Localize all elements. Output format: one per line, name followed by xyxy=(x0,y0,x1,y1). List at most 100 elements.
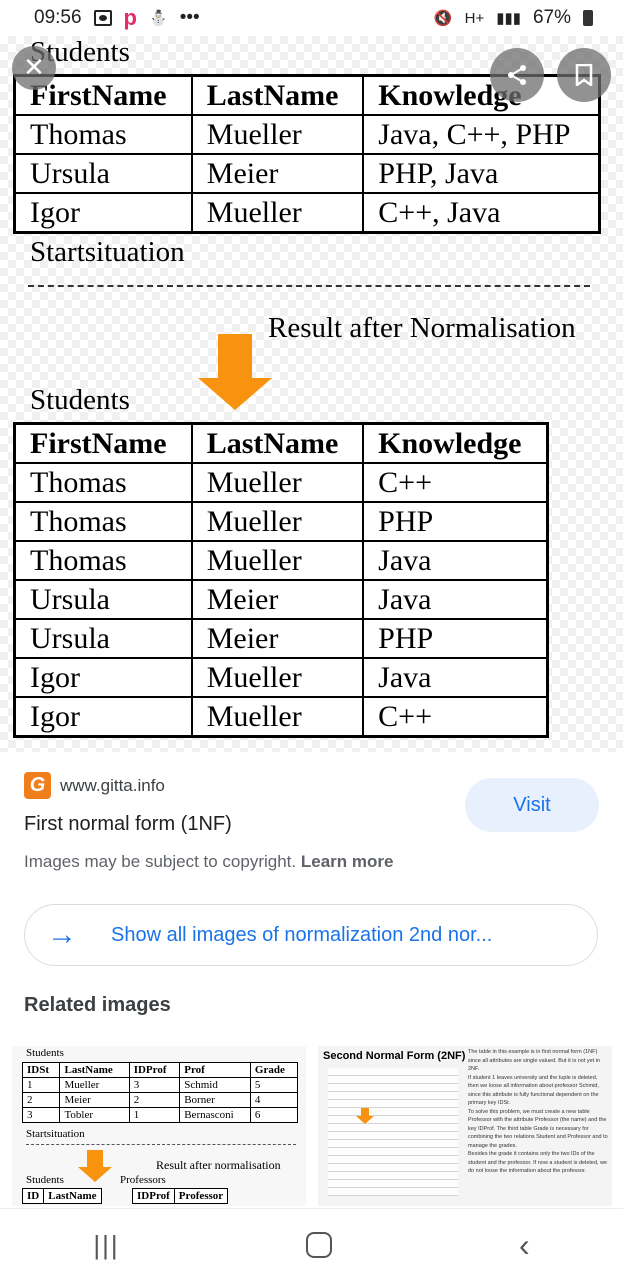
share-icon[interactable] xyxy=(490,48,544,102)
cell: 2 xyxy=(21,1092,61,1108)
cell: Mueller xyxy=(190,540,365,581)
cell: Igor xyxy=(13,192,193,234)
thumb-table: IDSt LastName IDProf Prof Grade 1 Mueller 3 Sch… xyxy=(21,1062,299,1123)
cell: ID xyxy=(21,1188,45,1204)
cell: IDSt xyxy=(21,1062,61,1078)
cell: Tobler xyxy=(59,1107,130,1123)
cell: Mueller xyxy=(59,1077,130,1093)
signal-icon: ▮▮▮ xyxy=(496,10,521,27)
cell: PHP xyxy=(362,501,549,542)
cell: Mueller xyxy=(190,501,365,542)
thumb-arrow-icon xyxy=(78,1150,112,1182)
thumb-table-2: ID LastName xyxy=(21,1188,102,1204)
cell: Java xyxy=(362,540,549,581)
cell: Prof xyxy=(179,1062,251,1078)
close-icon[interactable]: ✕ xyxy=(12,46,56,90)
cell: PHP, Java xyxy=(362,153,601,194)
thumb-table-3: IDProf Professor xyxy=(132,1188,229,1204)
header-cell: LastName xyxy=(190,422,365,464)
thumb-professors-label: Professors xyxy=(120,1174,166,1186)
cell: Grade xyxy=(249,1062,299,1078)
table-row: Thomas Mueller Java xyxy=(13,540,549,581)
thumb-arrow-icon xyxy=(356,1108,374,1124)
status-time: 09:56 xyxy=(34,7,82,28)
figure-caption-bottom: Students xyxy=(30,384,130,416)
cell: LastName xyxy=(59,1062,130,1078)
thumb-students-label: Students xyxy=(26,1174,64,1186)
show-all-images-button[interactable]: → Show all images of normalization 2nd n… xyxy=(24,904,598,966)
thumb-notes: The table in this example is in first no… xyxy=(468,1048,608,1176)
table-row: Ursula Meier PHP, Java xyxy=(13,153,601,194)
cell: Mueller xyxy=(190,462,365,503)
visit-button[interactable]: Visit xyxy=(465,778,599,832)
cell: Thomas xyxy=(13,114,193,155)
thumb-caption: Students xyxy=(26,1047,64,1059)
cell: 1 xyxy=(21,1077,61,1093)
cell: IDProf xyxy=(128,1062,181,1078)
cell: PHP xyxy=(362,618,549,659)
table-row: Thomas Mueller C++ xyxy=(13,462,549,503)
bookmark-icon[interactable] xyxy=(557,48,611,102)
cell: 3 xyxy=(21,1107,61,1123)
thumb-title: Second Normal Form (2NF) xyxy=(323,1050,466,1062)
system-nav-bar: ||| ‹ xyxy=(0,1208,623,1281)
cell: LastName xyxy=(43,1188,102,1204)
recent-apps-button[interactable]: ||| xyxy=(93,1230,119,1261)
learn-more-link[interactable]: Learn more xyxy=(301,852,394,871)
related-images-heading: Related images xyxy=(24,994,171,1016)
table-row: Igor Mueller Java xyxy=(13,657,549,698)
source-domain[interactable]: www.gitta.info xyxy=(60,776,165,796)
thumb-mini-figure xyxy=(328,1068,458,1196)
close-glyph: ✕ xyxy=(23,53,45,82)
battery-icon xyxy=(583,10,593,26)
cell: Java xyxy=(362,579,549,620)
cell: C++ xyxy=(362,462,549,503)
table-row: Thomas Mueller Java, C++, PHP xyxy=(13,114,601,155)
cell: 2 xyxy=(128,1092,181,1108)
cell: IDProf xyxy=(132,1188,175,1204)
note: If student 1 leaves university and the t… xyxy=(468,1074,599,1107)
table-row: Igor Mueller C++, Java xyxy=(13,192,601,234)
cell: Borner xyxy=(179,1092,251,1108)
site-logo-icon: G xyxy=(24,772,51,799)
cell: Igor xyxy=(13,657,193,698)
down-arrow-icon xyxy=(198,334,272,410)
home-button[interactable] xyxy=(306,1232,333,1258)
image-preview[interactable]: Students FirstName LastName Knowledge Th… xyxy=(0,36,623,752)
cell: Thomas xyxy=(13,540,193,581)
note: Besides the grade it contains only the t… xyxy=(468,1151,608,1174)
cell: C++, Java xyxy=(362,192,601,234)
network-type-icon: H+ xyxy=(464,9,485,27)
copyright-notice: Images may be subject to copyright. Lear… xyxy=(24,852,393,872)
bookmark-glyph xyxy=(575,64,593,86)
more-notifications-icon: ••• xyxy=(179,7,200,28)
cell: 6 xyxy=(249,1107,299,1123)
cell: Meier xyxy=(190,153,365,194)
arrow-right-icon: → xyxy=(47,918,77,951)
table-header-row: FirstName LastName Knowledge xyxy=(13,422,549,464)
cell: Mueller xyxy=(190,192,365,234)
cell: Bernasconi xyxy=(179,1107,251,1123)
cell: 3 xyxy=(128,1077,181,1093)
header-cell: FirstName xyxy=(13,422,193,464)
cell: Mueller xyxy=(190,114,365,155)
related-image-thumbnail[interactable]: Students IDSt LastName IDProf Prof Grade 1 Mu… xyxy=(12,1046,306,1206)
cell: Java xyxy=(362,657,549,698)
header-cell: Knowledge xyxy=(362,422,549,464)
cell: Ursula xyxy=(13,618,193,659)
source-row[interactable]: G www.gitta.info xyxy=(24,772,165,799)
related-image-thumbnail[interactable]: Second Normal Form (2NF) The table in th… xyxy=(318,1046,612,1206)
battery-percent: 67% xyxy=(532,7,571,28)
header-cell: LastName xyxy=(190,74,365,116)
cell: Ursula xyxy=(13,153,193,194)
cell: Thomas xyxy=(13,462,193,503)
back-button[interactable]: ‹ xyxy=(519,1227,530,1264)
cell: C++ xyxy=(362,696,549,738)
cell: Java, C++, PHP xyxy=(362,114,601,155)
mute-icon: 🔇 xyxy=(433,10,453,27)
person-notification-icon: ⛄ xyxy=(149,10,168,27)
table-row: Thomas Mueller PHP xyxy=(13,501,549,542)
image-title[interactable]: First normal form (1NF) xyxy=(24,813,232,836)
normalised-table: FirstName LastName Knowledge Thomas Muell… xyxy=(13,422,549,738)
show-all-label: Show all images of normalization 2nd nor… xyxy=(111,923,493,946)
